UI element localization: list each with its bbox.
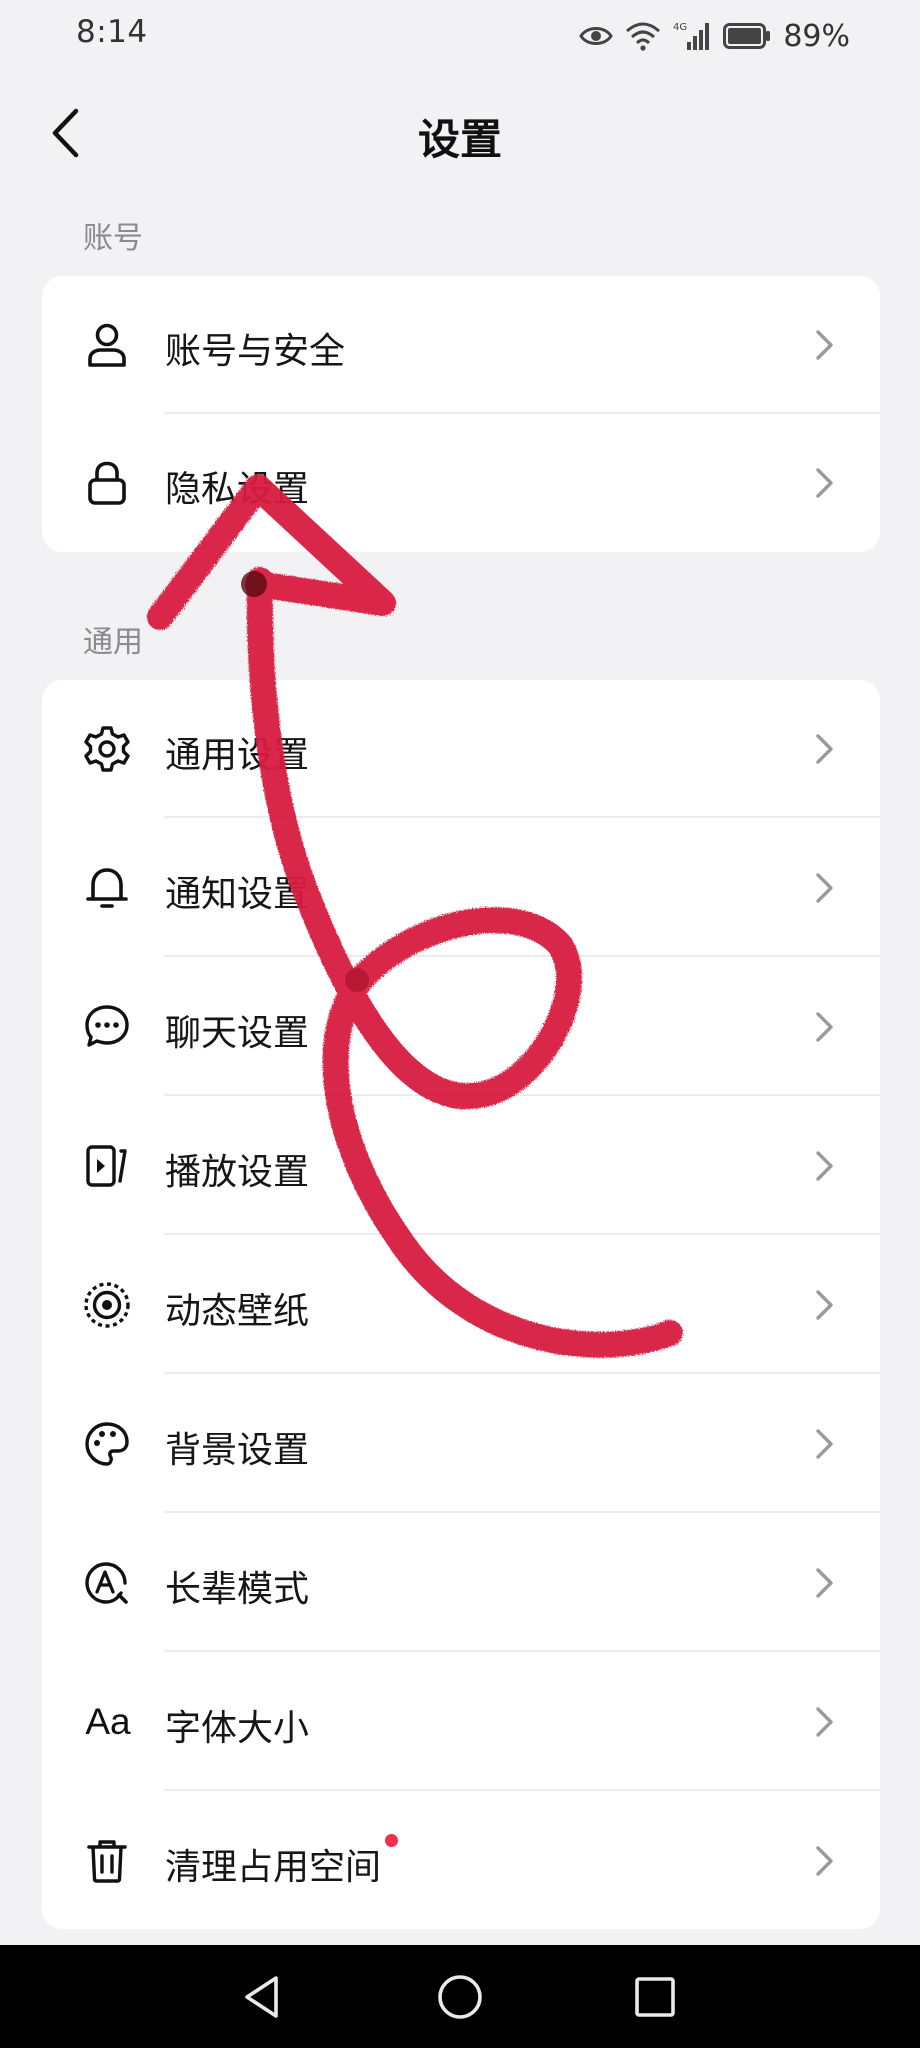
status-bar: 8:14 4G 89% — [0, 0, 920, 70]
system-nav-bar — [0, 1945, 920, 2048]
general-card: 通用设置 通知设置 聊天设置 播放设置 动态壁纸 背景设置 长辈模式 Aa 字体… — [42, 680, 880, 1929]
live-wallpaper-icon — [82, 1280, 132, 1330]
arrow-ink-dot — [241, 571, 267, 597]
settings-item-label: 背景设置 — [165, 1430, 310, 1471]
home-circle-icon — [438, 1975, 482, 2019]
settings-item-general[interactable]: 通用设置 — [42, 680, 880, 818]
battery-percent: 89% — [783, 18, 850, 54]
divider — [164, 1372, 880, 1374]
settings-item-playback[interactable]: 播放设置 — [42, 1097, 880, 1235]
settings-item-label-wrap: 清理占用空间 — [165, 1834, 399, 1890]
settings-item-background[interactable]: 背景设置 — [42, 1375, 880, 1513]
section-label-account: 账号 — [83, 221, 143, 256]
signal-icon: 4G — [673, 22, 710, 50]
settings-item-live-wallpaper[interactable]: 动态壁纸 — [42, 1236, 880, 1374]
font-size-icon: Aa — [80, 1697, 136, 1747]
divider — [164, 1233, 880, 1235]
settings-item-notification[interactable]: 通知设置 — [42, 819, 880, 957]
settings-item-label: 动态壁纸 — [165, 1291, 310, 1332]
font-size-icon-text: Aa — [85, 1701, 131, 1742]
back-triangle-icon — [245, 1976, 278, 2018]
settings-item-label: 清理占用空间 — [165, 1847, 382, 1888]
recents-square-icon — [635, 1977, 675, 2017]
nav-home-button[interactable] — [430, 1967, 490, 2027]
settings-item-label: 通用设置 — [165, 735, 310, 776]
bell-icon — [82, 863, 132, 913]
nav-back-button[interactable] — [232, 1967, 292, 2027]
chevron-right-icon — [816, 1151, 833, 1181]
divider — [164, 1511, 880, 1513]
settings-item-label: 账号与安全 — [165, 331, 346, 372]
page-title: 设置 — [417, 115, 502, 164]
header: 设置 — [0, 80, 920, 190]
gear-icon — [82, 724, 132, 774]
divider — [164, 955, 880, 957]
divider — [164, 1094, 880, 1096]
nav-recents-button[interactable] — [625, 1967, 685, 2027]
chevron-right-icon — [816, 1707, 833, 1737]
user-icon — [82, 320, 132, 370]
settings-item-label: 长辈模式 — [165, 1569, 310, 1610]
settings-item-account-security[interactable]: 账号与安全 — [42, 276, 880, 414]
wifi-icon — [626, 22, 661, 51]
status-time: 8:14 — [76, 14, 148, 50]
trash-icon — [82, 1836, 132, 1886]
lock-icon — [82, 458, 132, 508]
chevron-right-icon — [816, 1568, 833, 1598]
chevron-right-icon — [816, 468, 833, 498]
chevron-right-icon — [816, 330, 833, 360]
chevron-right-icon — [816, 873, 833, 903]
chevron-right-icon — [816, 1846, 833, 1876]
settings-item-elder-mode[interactable]: 长辈模式 — [42, 1514, 880, 1652]
network-type: 4G — [673, 22, 687, 33]
chat-bubble-icon — [82, 1002, 132, 1052]
settings-item-chat[interactable]: 聊天设置 — [42, 958, 880, 1096]
settings-item-privacy[interactable]: 隐私设置 — [42, 414, 880, 552]
chevron-right-icon — [816, 1012, 833, 1042]
play-screen-icon — [82, 1141, 132, 1191]
settings-item-label: 字体大小 — [165, 1708, 310, 1749]
eye-icon — [579, 27, 614, 45]
settings-item-label: 通知设置 — [165, 874, 310, 915]
palette-icon — [82, 1419, 132, 1469]
status-icons: 4G 89% — [579, 16, 850, 56]
settings-item-label: 隐私设置 — [165, 469, 310, 510]
elder-mode-icon — [82, 1558, 132, 1608]
section-label-general: 通用 — [83, 625, 143, 660]
divider — [164, 1650, 880, 1652]
red-dot-badge — [385, 1834, 399, 1847]
chevron-right-icon — [816, 1290, 833, 1320]
divider — [164, 816, 880, 818]
settings-item-label: 聊天设置 — [165, 1013, 310, 1054]
divider — [164, 1789, 880, 1791]
battery-icon — [723, 23, 771, 49]
account-card: 账号与安全 隐私设置 — [42, 276, 880, 552]
chevron-right-icon — [816, 734, 833, 764]
settings-item-clear-storage[interactable]: 清理占用空间 — [42, 1792, 880, 1930]
chevron-right-icon — [816, 1429, 833, 1459]
settings-item-font-size[interactable]: Aa 字体大小 — [42, 1653, 880, 1791]
settings-item-label: 播放设置 — [165, 1152, 310, 1193]
